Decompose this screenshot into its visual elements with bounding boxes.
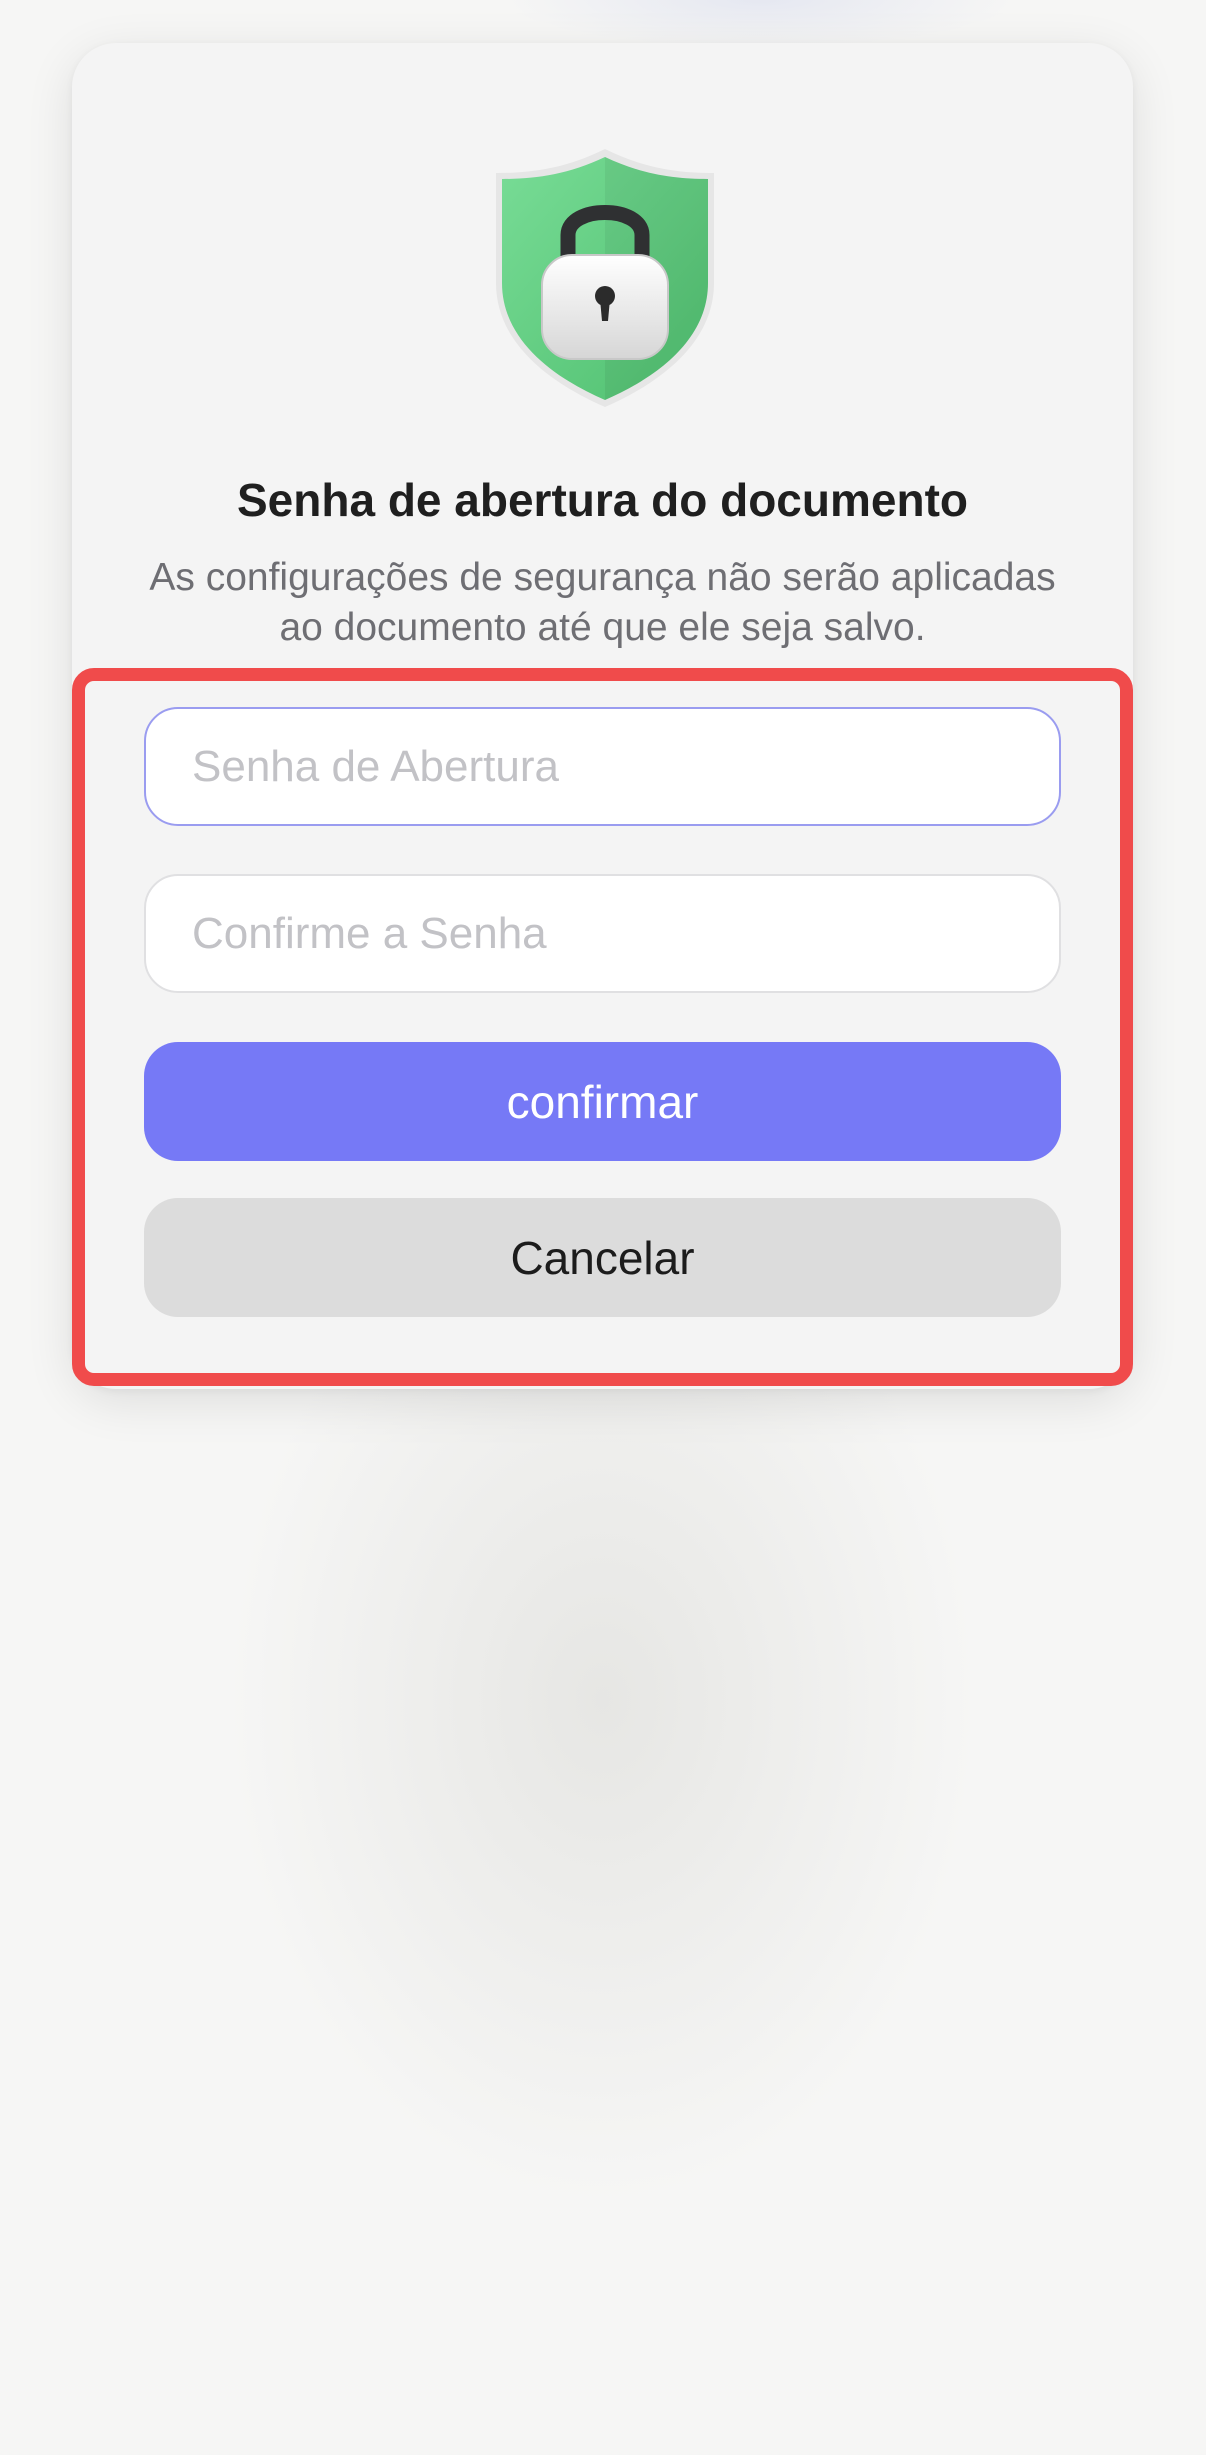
- cancel-button[interactable]: Cancelar: [144, 1198, 1061, 1317]
- confirm-password-field[interactable]: [144, 874, 1061, 993]
- confirm-button[interactable]: confirmar: [144, 1042, 1061, 1161]
- password-dialog: Senha de abertura do documento As config…: [72, 43, 1133, 1389]
- open-password-field[interactable]: [144, 707, 1061, 826]
- shield-lock-icon: [490, 143, 720, 411]
- dialog-subtitle: As configurações de segurança não serão …: [149, 556, 1056, 649]
- dialog-title: Senha de abertura do documento: [237, 474, 968, 526]
